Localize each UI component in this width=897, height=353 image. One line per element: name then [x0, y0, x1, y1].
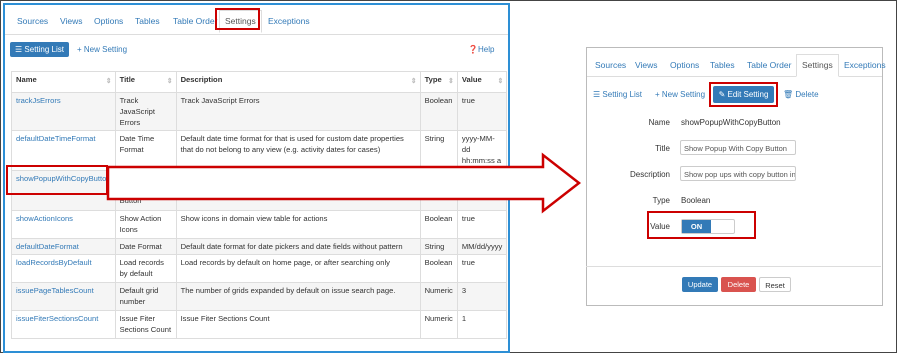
setting-list-link[interactable]: ☰ Setting List [593, 90, 642, 99]
type-value: Boolean [681, 196, 711, 205]
trash-icon: 🗑 [783, 90, 794, 99]
update-button[interactable]: Update [682, 277, 718, 292]
tab-views[interactable]: Views [630, 55, 663, 75]
tab-settings[interactable]: Settings [796, 54, 839, 77]
type-label: Type [652, 196, 670, 205]
list-icon: ☰ [593, 90, 601, 99]
tab-table-order[interactable]: Table Order [742, 55, 796, 75]
tab-exceptions[interactable]: Exceptions [839, 55, 891, 75]
edit-setting-highlight [709, 82, 778, 107]
value-toggle-highlight [647, 211, 756, 239]
name-label: Name [648, 118, 670, 127]
reset-button[interactable]: Reset [759, 277, 791, 292]
plus-icon: + [655, 90, 660, 99]
new-setting-link[interactable]: + New Setting [655, 90, 705, 99]
new-setting-label: New Setting [661, 90, 706, 99]
description-label: Description [629, 170, 670, 179]
setting-list-label: Setting List [602, 90, 642, 99]
delete-label: Delete [795, 90, 819, 99]
title-input[interactable]: Show Popup With Copy Button [680, 140, 796, 155]
tab-options[interactable]: Options [665, 55, 704, 75]
tab-sources[interactable]: Sources [590, 55, 631, 75]
right-tab-bar: Sources Views Options Tables Table Order… [587, 48, 886, 77]
delete-link[interactable]: 🗑 Delete [783, 90, 819, 99]
name-value: showPopupWithCopyButton [681, 118, 781, 127]
footer-divider [586, 266, 881, 267]
delete-button[interactable]: Delete [721, 277, 756, 292]
description-input[interactable]: Show pop ups with copy button in [680, 166, 796, 181]
tab-tables[interactable]: Tables [705, 55, 740, 75]
title-label: Title [655, 144, 670, 153]
